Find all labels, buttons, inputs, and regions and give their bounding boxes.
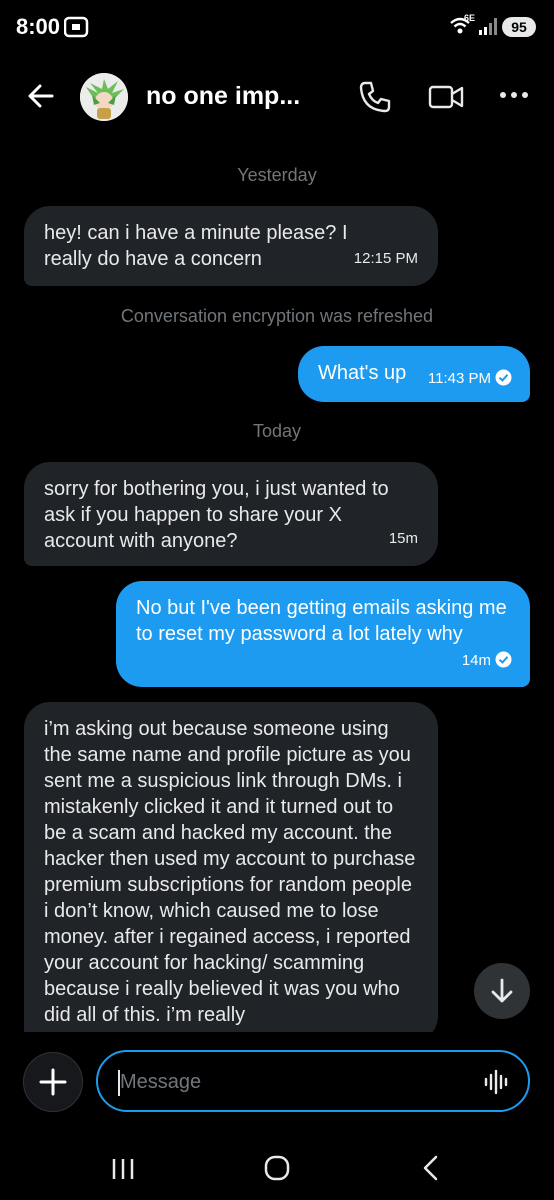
avatar-image (80, 73, 128, 121)
message-text: sorry for bothering you, i just wanted t… (44, 478, 389, 552)
battery-badge: 95 (502, 17, 536, 37)
outgoing-message[interactable]: No but I've been getting emails asking m… (116, 581, 530, 687)
outgoing-message[interactable]: What's up 11:43 PM (298, 346, 530, 402)
conversation-header: no one imp... (0, 60, 554, 132)
message-meta: 14m (462, 648, 512, 674)
home-icon[interactable] (264, 1154, 290, 1182)
video-camera-icon[interactable] (428, 82, 464, 112)
incoming-message[interactable]: sorry for bothering you, i just wanted t… (24, 462, 438, 566)
status-bar: 8:00 6E 95 (0, 0, 554, 56)
message-meta: 11:43 PM (428, 366, 512, 392)
avatar[interactable] (80, 73, 128, 121)
system-notice: Conversation encryption was refreshed (120, 306, 434, 326)
day-separator: Today (252, 421, 302, 441)
text-caret (118, 1070, 120, 1096)
message-time: 11:43 PM (427, 370, 491, 387)
arrow-down-icon (491, 978, 513, 1003)
message-time: 12:15 PM (353, 250, 418, 267)
nav-back-icon[interactable] (420, 1154, 442, 1182)
day-separator: Yesterday (237, 165, 317, 185)
conversation-title[interactable]: no one imp... (146, 82, 300, 111)
incoming-message[interactable]: hey! can i have a minute please? I reall… (24, 206, 438, 286)
message-time: 14m (461, 652, 491, 669)
message-input[interactable] (120, 1068, 460, 1096)
message-text: i’m asking out because someone using the… (44, 718, 416, 1026)
network-label: 6E (464, 13, 476, 23)
screen-record-icon (64, 16, 89, 38)
add-attachment-button[interactable] (23, 1052, 83, 1112)
system-nav-bar (0, 1132, 554, 1200)
message-time: 15m (388, 530, 418, 547)
phone-icon[interactable] (358, 80, 392, 114)
message-text: What's up (318, 362, 407, 384)
message-text: hey! can i have a minute please? I reall… (44, 222, 348, 270)
plus-icon (39, 1068, 67, 1096)
status-time: 8:00 (16, 14, 61, 39)
incoming-message[interactable]: i’m asking out because someone using the… (24, 702, 438, 1042)
message-field[interactable] (96, 1050, 530, 1112)
check-circle-icon (495, 369, 512, 386)
recents-icon[interactable] (110, 1156, 136, 1182)
voice-wave-icon[interactable] (484, 1069, 510, 1095)
message-text: No but I've been getting emails asking m… (136, 597, 507, 645)
scroll-down-button[interactable] (474, 963, 530, 1019)
back-arrow-icon[interactable] (22, 78, 62, 114)
more-icon[interactable] (498, 87, 530, 103)
check-circle-icon (495, 651, 512, 668)
signal-icon (479, 18, 497, 35)
